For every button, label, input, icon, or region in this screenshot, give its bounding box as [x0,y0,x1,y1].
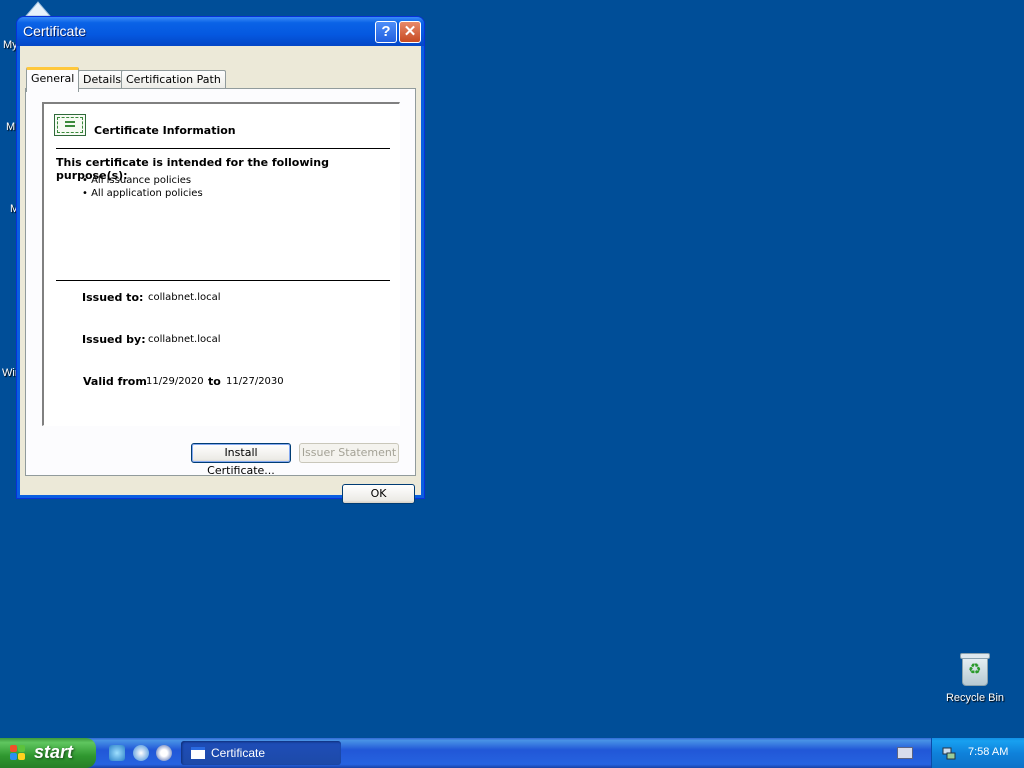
certificate-window: Certificate ? ✕ General Details Certific… [17,17,424,504]
issuer-statement-button[interactable]: Issuer Statement [299,443,399,463]
purpose-item: • All issuance policies [82,175,192,186]
issued-to-value: collabnet.local [148,292,221,303]
close-button[interactable]: ✕ [399,21,421,43]
my-documents-icon[interactable] [24,0,52,17]
issued-by-label: Issued by: [82,333,146,346]
taskbar: start Certificate 7:58 AM [0,738,1024,768]
certificate-info-box: Certificate Information This certificate… [42,102,400,426]
tab-general[interactable]: General [26,67,80,92]
desktop-icon-label-1[interactable]: My [3,39,18,51]
recycle-bin[interactable]: ♻ Recycle Bin [940,653,1010,704]
general-tab-panel: Certificate Information This certificate… [25,88,416,477]
system-tray: 7:58 AM [931,738,1024,768]
keyboard-icon[interactable] [897,747,913,759]
title-bar[interactable]: Certificate ? ✕ [17,17,424,46]
windows-logo-icon [10,745,26,761]
ok-button[interactable]: OK [342,484,415,504]
taskbar-item-certificate[interactable]: Certificate [181,741,341,765]
purpose-item: • All application policies [82,188,203,199]
internet-explorer-icon[interactable] [133,745,149,761]
desktop-icon-label-2[interactable]: M [6,121,15,133]
valid-from-value: 11/29/2020 [146,376,204,387]
clock[interactable]: 7:58 AM [968,746,1008,758]
valid-to-label: to [208,375,221,388]
divider [56,280,390,281]
messenger-icon[interactable] [109,745,125,761]
issued-to-label: Issued to: [82,291,144,304]
network-icon[interactable] [942,746,956,760]
recycle-bin-label: Recycle Bin [945,692,1005,704]
valid-to-value: 11/27/2030 [226,376,284,387]
divider [56,148,390,149]
recycle-bin-icon: ♻ [960,653,990,686]
issued-by-value: collabnet.local [148,334,221,345]
start-label: start [34,742,74,762]
media-player-icon[interactable] [156,745,172,761]
install-certificate-button[interactable]: Install Certificate... [191,443,291,477]
valid-from-label: Valid from [83,375,147,388]
start-button[interactable]: start [0,738,96,768]
tab-details[interactable]: Details [78,70,127,89]
info-title: Certificate Information [94,124,236,137]
window-title: Certificate [23,23,87,39]
taskbar-item-label: Certificate [211,746,266,760]
dialog-client-area: General Details Certification Path Certi… [20,46,421,504]
certificate-icon [54,114,86,136]
window-icon [191,747,205,759]
help-button[interactable]: ? [375,21,397,43]
tab-certification-path[interactable]: Certification Path [121,70,226,89]
